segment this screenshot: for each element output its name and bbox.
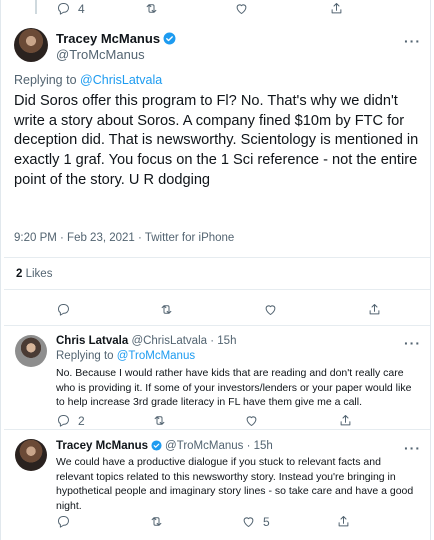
like-icon <box>236 4 247 14</box>
dot-separator: · <box>210 335 215 347</box>
likes-label: Likes <box>25 268 53 280</box>
author-name[interactable]: Tracey McManus <box>56 31 160 46</box>
like-icon <box>265 305 276 315</box>
share-icon <box>331 3 342 14</box>
more-icon[interactable]: ··· <box>404 440 421 456</box>
share-button[interactable] <box>338 413 353 428</box>
share-icon <box>338 516 349 527</box>
reply-text: We could have a productive dialogue if y… <box>56 456 414 512</box>
like-icon <box>246 416 257 426</box>
replying-prefix: Replying to <box>14 73 77 87</box>
retweet-button[interactable] <box>152 413 167 428</box>
thread-connector-line <box>35 0 37 14</box>
reply-button[interactable]: 2 <box>56 413 85 428</box>
reply-author-row[interactable]: Tracey McManus @TroMcManus · 15h <box>56 440 273 452</box>
tweet-timestamp[interactable]: 9:20 PM · Feb 23, 2021 · Twitter for iPh… <box>14 232 234 244</box>
like-button[interactable] <box>263 302 278 317</box>
retweet-icon <box>154 416 165 425</box>
divider <box>4 325 430 326</box>
replying-to-link[interactable]: @TroMcManus <box>117 350 195 362</box>
divider <box>4 289 430 290</box>
author-handle[interactable]: @TroMcManus <box>56 47 145 62</box>
retweet-button[interactable] <box>159 302 174 317</box>
avatar[interactable] <box>15 335 47 367</box>
more-icon[interactable]: ··· <box>404 33 421 49</box>
tweet-thread: 4 Tracey McManus @TroMcManus ··· Replyin… <box>0 0 434 540</box>
verified-icon <box>151 440 162 451</box>
share-button[interactable] <box>329 1 344 16</box>
tweet-text: Did Soros offer this program to Fl? No. … <box>14 93 419 188</box>
reply-time[interactable]: 15h <box>254 440 273 452</box>
left-border <box>0 0 1 540</box>
replying-to-link[interactable]: @ChrisLatvala <box>80 73 162 87</box>
reply-time[interactable]: 15h <box>217 335 236 347</box>
likes-count: 2 <box>16 268 23 280</box>
previous-tweet-actions: 4 <box>56 1 344 16</box>
reply-actions: 2 <box>56 413 353 428</box>
reply-button[interactable]: 4 <box>56 1 85 16</box>
retweet-icon <box>146 4 157 13</box>
reply-button[interactable] <box>56 302 71 317</box>
like-icon <box>243 517 254 527</box>
retweet-button[interactable] <box>144 1 159 16</box>
main-tweet-actions <box>56 302 382 317</box>
divider <box>4 257 430 258</box>
right-border <box>430 0 431 540</box>
reply-count: 4 <box>78 1 85 16</box>
reply-button[interactable] <box>56 514 71 529</box>
likes-stat[interactable]: 2 Likes <box>16 268 52 280</box>
retweet-button[interactable] <box>149 514 164 529</box>
reply-icon <box>58 415 69 427</box>
dot-separator: · <box>246 440 251 452</box>
more-icon[interactable]: ··· <box>404 335 421 351</box>
reply-text: No. Because I would rather have kids tha… <box>56 367 412 409</box>
author-name-row[interactable]: Tracey McManus <box>56 31 179 46</box>
like-button[interactable] <box>244 413 259 428</box>
like-count: 5 <box>263 514 270 529</box>
replying-prefix: Replying to <box>56 350 114 362</box>
retweet-icon <box>161 305 172 314</box>
replying-to-line: Replying to @ChrisLatvala <box>14 73 162 87</box>
retweet-icon <box>151 517 162 526</box>
reply-icon <box>58 516 69 528</box>
share-icon <box>340 415 351 426</box>
reply-actions: 5 <box>56 514 351 529</box>
divider <box>4 429 430 430</box>
reply-author-row[interactable]: Chris Latvala @ChrisLatvala · 15h <box>56 335 236 347</box>
share-icon <box>369 304 380 315</box>
reply-author-handle[interactable]: @TroMcManus <box>165 440 243 452</box>
avatar[interactable] <box>14 28 48 62</box>
reply-author-handle[interactable]: @ChrisLatvala <box>131 335 207 347</box>
reply-author-name[interactable]: Chris Latvala <box>56 335 128 347</box>
share-button[interactable] <box>336 514 351 529</box>
reply-author-name[interactable]: Tracey McManus <box>56 440 148 452</box>
avatar[interactable] <box>15 439 47 471</box>
reply-icon <box>58 304 69 316</box>
reply-count: 2 <box>78 413 85 428</box>
verified-icon <box>163 32 176 45</box>
share-button[interactable] <box>367 302 382 317</box>
like-button[interactable] <box>234 1 249 16</box>
reply-icon <box>58 3 69 15</box>
like-button[interactable]: 5 <box>241 514 270 529</box>
replying-to-line: Replying to @TroMcManus <box>56 350 195 362</box>
